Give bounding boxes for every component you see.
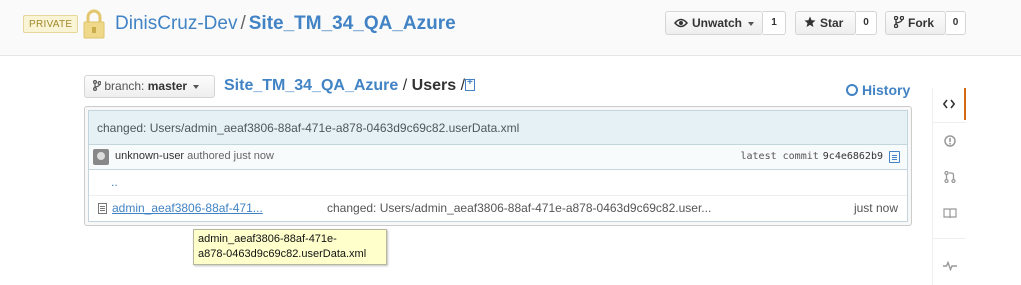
breadcrumb-separator: / <box>402 77 408 94</box>
tooltip-line: a878-0463d9c69c82.userData.xml <box>198 248 367 260</box>
wiki-icon <box>942 207 957 221</box>
clock-icon <box>846 84 858 96</box>
clipboard-icon[interactable] <box>889 151 900 163</box>
file-text-icon <box>98 203 107 214</box>
commit-meta: unknown-user authored just now latest co… <box>88 144 908 169</box>
star-count[interactable]: 0 <box>856 11 877 35</box>
watch-count[interactable]: 1 <box>763 11 786 35</box>
parent-directory-link[interactable]: .. <box>111 175 118 189</box>
unwatch-button[interactable]: Unwatch <box>665 11 763 35</box>
sidebar-item-issues[interactable] <box>933 125 966 157</box>
sidebar-item-pull-requests[interactable] <box>933 161 966 193</box>
new-file-icon[interactable] <box>465 77 476 91</box>
filename-tooltip: admin_aeaf3806-88af-471e- a878-0463d9c69… <box>193 229 387 265</box>
breadcrumb-current: Users <box>411 77 457 94</box>
star-icon <box>804 12 816 34</box>
issues-icon <box>943 134 956 148</box>
sidebar-divider <box>933 238 966 239</box>
unwatch-label: Unwatch <box>692 16 743 30</box>
file-commit-message[interactable]: changed: Users/admin_aeaf3806-88af-471e-… <box>327 201 711 215</box>
fork-label: Fork <box>908 16 935 30</box>
chevron-down-icon <box>748 21 755 26</box>
star-label: Star <box>820 16 844 30</box>
sidebar-item-code[interactable] <box>933 88 966 120</box>
commit-sha-link[interactable]: 9c4e6862b9 <box>823 151 883 162</box>
pulse-icon <box>942 259 957 273</box>
file-name-link[interactable]: admin_aeaf3806-88af-471... <box>112 201 263 215</box>
history-link[interactable]: History <box>846 82 910 98</box>
tooltip-line: admin_aeaf3806-88af-471e- <box>198 233 337 245</box>
private-badge: PRIVATE <box>23 15 79 33</box>
repo-name-link[interactable]: Site_TM_34_QA_Azure <box>249 13 456 34</box>
chevron-down-icon <box>193 84 200 89</box>
file-age: just now <box>853 201 898 215</box>
code-icon <box>942 97 955 111</box>
repo-header: PRIVATE DinisCruz-Dev / Site_TM_34_QA_Azur… <box>0 0 1021 56</box>
repo-title-separator: / <box>240 13 246 34</box>
history-label: History <box>862 82 911 98</box>
parent-directory-row[interactable]: .. <box>89 170 907 196</box>
repo-title: DinisCruz-Dev / Site_TM_34_QA_Azure <box>115 13 456 35</box>
repo-sidebar <box>932 88 966 285</box>
repo-owner-link[interactable]: DinisCruz-Dev <box>115 13 237 34</box>
file-list: .. admin_aeaf3806-88af-471... changed: U… <box>88 169 908 222</box>
star-button[interactable]: Star <box>795 11 856 35</box>
authored-time: authored just now <box>187 150 274 162</box>
branch-name: master <box>147 79 188 93</box>
fork-icon <box>893 12 905 34</box>
latest-commit-label: latest commit <box>740 151 819 162</box>
branch-selector[interactable]: branch: master <box>84 75 215 98</box>
avatar[interactable] <box>93 149 109 165</box>
branch-icon <box>93 79 104 93</box>
author-name[interactable]: unknown-user <box>115 150 184 162</box>
file-browser: changed: Users/admin_aeaf3806-88af-471e-… <box>84 106 912 226</box>
commit-title[interactable]: changed: Users/admin_aeaf3806-88af-471e-… <box>88 110 908 144</box>
breadcrumb-root-link[interactable]: Site_TM_34_QA_Azure <box>224 77 398 94</box>
sidebar-divider <box>933 122 966 123</box>
branch-prefix: branch: <box>104 79 145 93</box>
table-row: admin_aeaf3806-88af-471... changed: User… <box>89 196 907 221</box>
commit-author: unknown-user authored just now <box>115 145 274 168</box>
pull-requests-icon <box>943 170 956 184</box>
breadcrumb: Site_TM_34_QA_Azure / Users / <box>224 77 476 95</box>
sidebar-item-wiki[interactable] <box>933 198 966 230</box>
lock-icon <box>83 9 105 39</box>
fork-count[interactable]: 0 <box>946 11 966 35</box>
fork-button[interactable]: Fork <box>885 11 946 35</box>
sidebar-item-pulse[interactable] <box>933 250 966 282</box>
latest-commit: latest commit 9c4e6862b9 <box>741 145 884 168</box>
eye-icon <box>674 12 688 34</box>
